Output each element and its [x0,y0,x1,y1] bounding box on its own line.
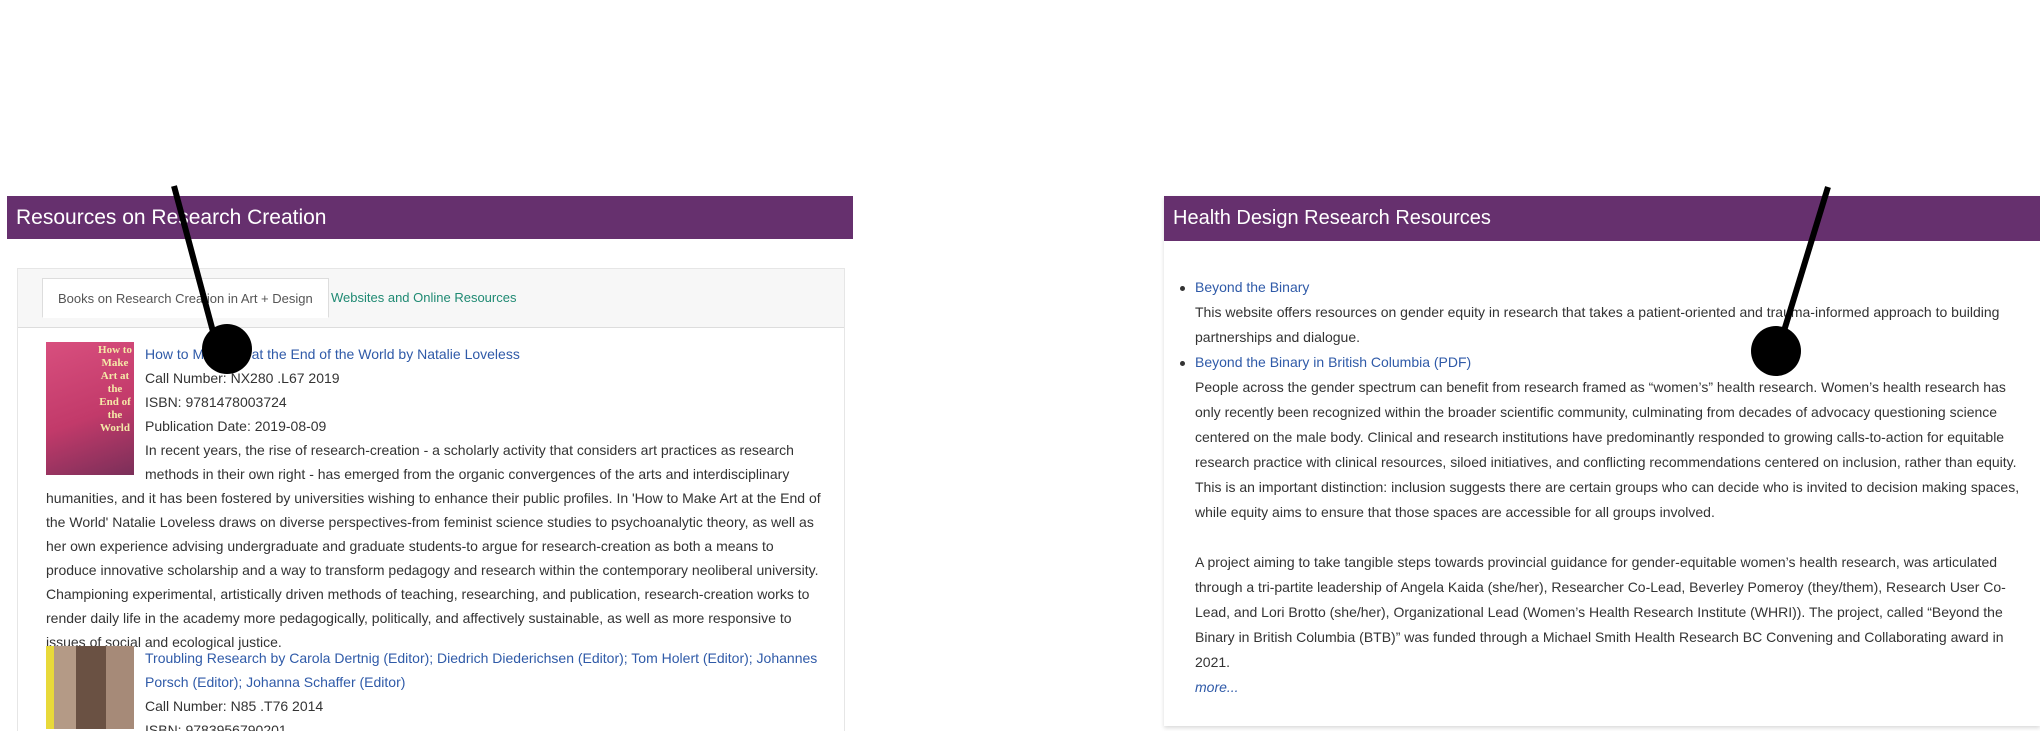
isbn: ISBN: 9781478003724 [145,394,287,410]
cover-title: How to Make Art at the End of the World [98,344,132,434]
book-item: How to Make Art at the End of the World … [46,342,826,654]
book-cover-image[interactable] [46,646,134,729]
book-description: In recent years, the rise of research-cr… [46,442,821,650]
call-number: Call Number: NX280 .L67 2019 [145,370,340,386]
resource-link-beyond-the-binary-bc[interactable]: Beyond the Binary in British Columbia (P… [1195,354,1471,370]
research-creation-panel: Resources on Research Creation Books on … [7,196,853,731]
pointer-dot [1751,326,1801,376]
book-cover-image[interactable]: How to Make Art at the End of the World [46,342,134,475]
tab-books[interactable]: Books on Research Creation in Art + Desi… [42,278,329,318]
tab-content: How to Make Art at the End of the World … [18,327,844,731]
resource-link-beyond-the-binary[interactable]: Beyond the Binary [1195,279,1309,295]
health-design-panel: Health Design Research Resources Beyond … [1164,196,2040,726]
tabs-container: Books on Research Creation in Art + Desi… [17,268,845,731]
book-title-link[interactable]: Troubling Research by Carola Dertnig (Ed… [46,646,826,694]
list-item: Beyond the Binary in British Columbia (P… [1180,350,2035,700]
list-item: Beyond the Binary This website offers re… [1180,275,2035,350]
pointer-dot [202,324,252,374]
book-title-link[interactable]: How to Make Art at the End of the World … [46,342,826,366]
publication-date: Publication Date: 2019-08-09 [145,418,327,434]
tab-websites[interactable]: Websites and Online Resources [316,278,531,318]
tab-bar: Books on Research Creation in Art + Desi… [18,269,844,327]
isbn: ISBN: 9783956790201 [145,722,287,731]
book-item: Troubling Research by Carola Dertnig (Ed… [46,646,826,731]
resource-description: A project aiming to take tangible steps … [1195,554,2006,670]
call-number: Call Number: N85 .T76 2014 [145,698,324,714]
resource-description: People across the gender spectrum can be… [1195,379,2020,520]
panel-title: Health Design Research Resources [1164,196,2040,241]
more-link[interactable]: more... [1195,679,1239,695]
resource-description: This website offers resources on gender … [1195,304,2000,345]
panel-title: Resources on Research Creation [7,196,853,239]
resource-list: Beyond the Binary This website offers re… [1180,275,2035,700]
